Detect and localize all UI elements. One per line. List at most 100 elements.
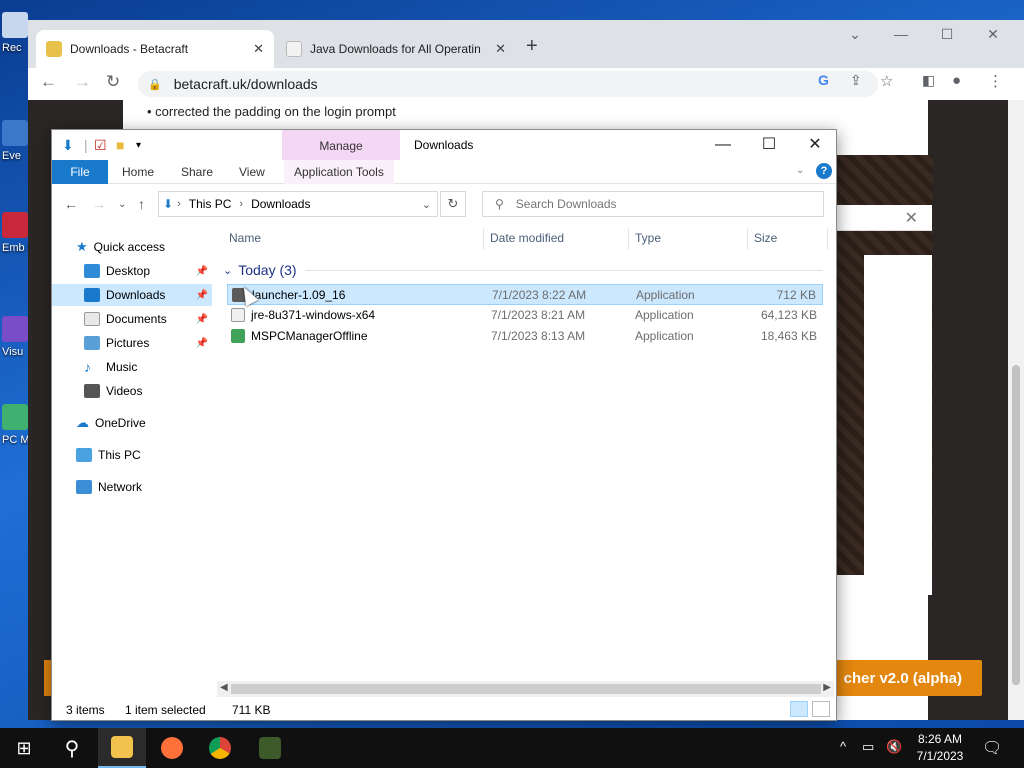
- nav-network[interactable]: Network: [52, 476, 212, 498]
- scrollbar-thumb[interactable]: [231, 684, 821, 694]
- bookmark-star-icon[interactable]: ☆: [880, 72, 893, 90]
- nav-quick-access[interactable]: ★ Quick access: [52, 236, 212, 258]
- taskbar-firefox[interactable]: [148, 728, 196, 768]
- nav-label: Quick access: [93, 240, 166, 254]
- browser-tab-betacraft[interactable]: Downloads - Betacraft ✕: [36, 30, 274, 68]
- nav-documents[interactable]: Documents 📌: [52, 308, 212, 330]
- close-window-button[interactable]: ✕: [978, 26, 1008, 43]
- scroll-right-icon[interactable]: ▶: [823, 682, 831, 693]
- nav-onedrive[interactable]: ☁ OneDrive: [52, 412, 212, 434]
- menu-kebab-icon[interactable]: ⋮: [988, 72, 1003, 90]
- back-icon[interactable]: ←: [64, 196, 78, 212]
- file-row[interactable]: launcher-1.09_16 7/1/2023 8:22 AM Applic…: [227, 284, 823, 305]
- column-header-type[interactable]: Type: [635, 231, 661, 245]
- file-row[interactable]: jre-8u371-windows-x64 7/1/2023 8:21 AM A…: [227, 305, 823, 326]
- properties-icon[interactable]: ☑: [94, 137, 107, 154]
- address-bar[interactable]: ⬇ › This PC › Downloads ⌄: [158, 191, 438, 217]
- close-button[interactable]: ✕: [792, 132, 838, 158]
- google-lens-icon[interactable]: G: [818, 72, 829, 88]
- details-view-button[interactable]: [790, 701, 808, 717]
- taskbar-chrome[interactable]: [196, 728, 244, 768]
- search-input[interactable]: [515, 197, 796, 211]
- refresh-button[interactable]: ↻: [440, 191, 466, 217]
- close-icon[interactable]: ✕: [253, 41, 264, 57]
- start-button[interactable]: ⊞: [0, 728, 48, 768]
- scroll-left-icon[interactable]: ◀: [220, 682, 228, 693]
- new-folder-icon[interactable]: ■: [116, 137, 124, 153]
- profile-icon[interactable]: ●: [952, 72, 961, 89]
- forward-icon[interactable]: →: [92, 196, 106, 212]
- column-divider[interactable]: [628, 228, 629, 250]
- network-status-icon[interactable]: ▭: [862, 739, 874, 755]
- browser-toolbar: ← → ↻ 🔒 betacraft.uk/downloads G ⇪ ☆ ◧ ●…: [28, 68, 1024, 100]
- nav-downloads[interactable]: Downloads 📌: [52, 284, 212, 306]
- minimize-button[interactable]: —: [886, 26, 916, 42]
- nav-label: Videos: [106, 384, 143, 398]
- recent-locations-icon[interactable]: ⌄: [118, 199, 126, 210]
- tab-file[interactable]: File: [52, 160, 108, 184]
- nav-videos[interactable]: Videos: [52, 380, 212, 402]
- chevron-down-icon[interactable]: ⌄: [422, 198, 431, 211]
- app-shortcut-icon: [2, 212, 28, 238]
- browser-tab-java[interactable]: Java Downloads for All Operatin ✕: [276, 30, 516, 68]
- search-button[interactable]: ⚲: [48, 728, 96, 768]
- horizontal-scrollbar[interactable]: ◀ ▶: [217, 681, 834, 697]
- tab-view[interactable]: View: [239, 160, 265, 184]
- tab-share[interactable]: Share: [181, 160, 213, 184]
- column-divider[interactable]: [747, 228, 748, 250]
- manage-contextual-tab[interactable]: Manage: [282, 130, 400, 160]
- notification-center-button[interactable]: 🗨 1: [982, 738, 1002, 758]
- maximize-button[interactable]: ☐: [932, 26, 962, 43]
- group-label: Today (3): [238, 262, 297, 278]
- maximize-button[interactable]: ☐: [746, 132, 792, 158]
- back-icon[interactable]: ←: [40, 72, 57, 92]
- expand-ribbon-icon[interactable]: ⌄: [796, 165, 804, 176]
- system-clock[interactable]: 8:26 AM 7/1/2023: [905, 731, 975, 765]
- taskbar-minecraft[interactable]: [246, 728, 294, 768]
- page-scrollbar[interactable]: [1008, 100, 1024, 720]
- side-panel-icon[interactable]: ◧: [922, 72, 935, 89]
- search-box[interactable]: ⚲: [482, 191, 824, 217]
- up-icon[interactable]: ↑: [138, 196, 145, 212]
- selection-count: 1 item selected: [125, 703, 206, 717]
- column-header-name[interactable]: Name: [229, 231, 261, 245]
- navigation-pane: ★ Quick access Desktop 📌 Downloads 📌 Doc…: [52, 224, 212, 694]
- nav-pictures[interactable]: Pictures 📌: [52, 332, 212, 354]
- nav-music[interactable]: ♪ Music: [52, 356, 212, 378]
- downloads-folder-icon: [84, 288, 100, 302]
- nav-label: Desktop: [106, 264, 151, 278]
- scrollbar-thumb[interactable]: [1012, 365, 1020, 685]
- quick-access-dropdown-icon[interactable]: ▾: [136, 140, 141, 151]
- tab-search-icon[interactable]: ⌄: [840, 26, 870, 43]
- close-icon[interactable]: ✕: [495, 41, 506, 57]
- column-header-date[interactable]: Date modified: [490, 231, 564, 245]
- tab-application-tools[interactable]: Application Tools: [284, 160, 394, 184]
- large-icons-view-button[interactable]: [812, 701, 830, 717]
- clock-time: 8:26 AM: [917, 732, 963, 746]
- new-tab-button[interactable]: +: [526, 35, 538, 58]
- music-folder-icon: ♪: [84, 359, 91, 375]
- minimize-button[interactable]: —: [700, 132, 746, 158]
- breadcrumb-this-pc[interactable]: This PC: [189, 197, 232, 211]
- column-divider[interactable]: [483, 228, 484, 250]
- column-header-size[interactable]: Size: [754, 231, 777, 245]
- help-icon[interactable]: ?: [816, 163, 832, 179]
- column-divider[interactable]: [827, 228, 828, 250]
- tray-chevron-up-icon[interactable]: ^: [840, 739, 846, 754]
- file-row[interactable]: MSPCManagerOffline 7/1/2023 8:13 AM Appl…: [227, 326, 823, 347]
- forward-icon[interactable]: →: [74, 72, 91, 92]
- group-header-today[interactable]: ⌄ Today (3): [223, 260, 823, 280]
- address-bar[interactable]: 🔒 betacraft.uk/downloads: [138, 71, 878, 97]
- volume-muted-icon[interactable]: 🔇: [886, 739, 902, 755]
- nav-this-pc[interactable]: This PC: [52, 444, 212, 466]
- close-icon[interactable]: ✕: [905, 208, 918, 228]
- nav-desktop[interactable]: Desktop 📌: [52, 260, 212, 282]
- network-icon: [76, 480, 92, 494]
- search-icon: ⚲: [64, 737, 80, 760]
- share-icon[interactable]: ⇪: [850, 72, 862, 89]
- tab-home[interactable]: Home: [122, 160, 154, 184]
- taskbar-file-explorer[interactable]: [98, 728, 146, 768]
- file-list-pane: Name Date modified Type Size ⌄ Today (3)…: [217, 224, 836, 684]
- reload-icon[interactable]: ↻: [106, 72, 120, 92]
- breadcrumb-downloads[interactable]: Downloads: [251, 197, 310, 211]
